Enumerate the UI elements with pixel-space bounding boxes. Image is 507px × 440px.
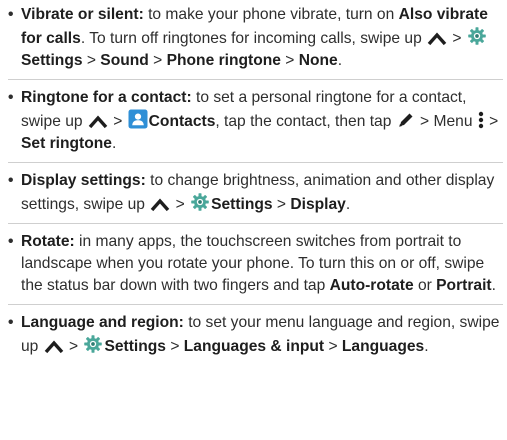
list-item-vibrate-or-silent: • Vibrate or silent: to make your phone … (8, 4, 503, 72)
item-title: Vibrate or silent: (21, 6, 144, 23)
item-text: > (82, 52, 101, 69)
item-bold: None (298, 52, 338, 69)
item-text: . (111, 135, 117, 152)
item-bold: Languages & input (183, 338, 325, 355)
item-text: > (280, 52, 299, 69)
bullet: • (8, 172, 14, 189)
item-bold: Display (290, 196, 346, 213)
item-text: or (413, 277, 437, 294)
item-text: > (108, 113, 127, 130)
bullet: • (8, 89, 14, 106)
item-text: > Menu (415, 113, 477, 130)
item-title: Ringtone for a contact: (21, 89, 192, 106)
item-bold: Settings (21, 52, 83, 69)
item-text: . (491, 277, 496, 294)
item-text: . (424, 338, 429, 355)
bullet: • (8, 314, 14, 331)
item-text: > (148, 52, 167, 69)
item-bold: Settings (211, 196, 273, 213)
tips-list: • Vibrate or silent: to make your phone … (0, 0, 507, 358)
item-bold: Settings (104, 338, 166, 355)
bullet: • (8, 233, 14, 250)
item-bold: Set ringtone (21, 135, 112, 152)
item-text: > (484, 113, 499, 130)
item-text: , tap the contact, then tap (215, 113, 396, 130)
contacts-icon (128, 109, 148, 129)
item-text: . (345, 196, 351, 213)
item-bold: Contacts (148, 113, 216, 130)
pencil-icon (397, 111, 415, 129)
gear-icon (83, 334, 103, 354)
item-title: Display settings: (21, 172, 146, 189)
chevron-up-icon (427, 32, 447, 46)
item-text: . To turn off ringtones for incoming cal… (80, 30, 427, 47)
chevron-up-icon (88, 115, 108, 129)
item-title: Language and region: (21, 314, 184, 331)
gear-icon (467, 26, 487, 46)
item-text: > (165, 338, 184, 355)
item-bold: Portrait (436, 277, 492, 294)
item-text: > (324, 338, 342, 355)
bullet: • (8, 6, 14, 23)
item-bold: Auto-rotate (329, 277, 414, 294)
list-item-display-settings: • Display settings: to change brightness… (8, 162, 503, 216)
item-text: to make your phone vibrate, turn on (143, 6, 399, 23)
list-item-language-and-region: • Language and region: to set your menu … (8, 304, 503, 358)
item-bold: Phone ringtone (166, 52, 281, 69)
item-bold: Sound (100, 52, 149, 69)
list-item-rotate: • Rotate: in many apps, the touchscreen … (8, 223, 503, 297)
item-text: > (448, 30, 466, 47)
chevron-up-icon (44, 340, 64, 354)
item-text: > (64, 338, 83, 355)
item-title: Rotate: (21, 233, 75, 250)
chevron-up-icon (150, 198, 170, 212)
item-text: > (171, 196, 190, 213)
list-item-ringtone-for-contact: • Ringtone for a contact: to set a perso… (8, 79, 503, 155)
item-bold: Languages (341, 338, 425, 355)
gear-icon (190, 192, 210, 212)
item-text: > (272, 196, 291, 213)
vertical-dots-icon (478, 111, 484, 129)
item-text: . (337, 52, 343, 69)
